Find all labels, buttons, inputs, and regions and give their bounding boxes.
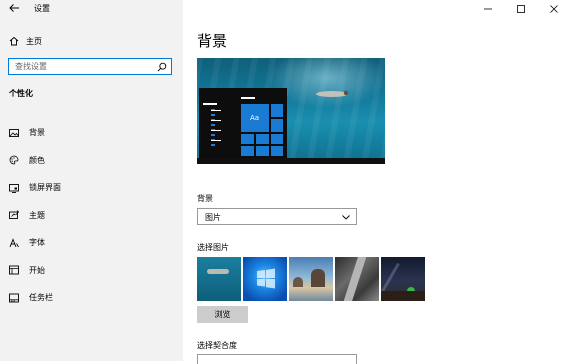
preview-tile-label: Aa xyxy=(250,114,260,122)
font-icon xyxy=(9,238,19,248)
background-select-value: 图片 xyxy=(205,213,221,222)
window-controls xyxy=(471,0,570,18)
fit-select[interactable] xyxy=(197,354,357,364)
palette-icon xyxy=(9,155,19,165)
nav-list: 背景 颜色 锁屏界面 主题 字体 开始 任务栏 xyxy=(0,119,183,312)
close-icon xyxy=(549,5,558,13)
app-title: 设置 xyxy=(34,4,50,13)
home-icon xyxy=(9,36,19,46)
sidebar: 设置 主页 个性化 背景 颜色 xyxy=(0,0,183,361)
sidebar-item-label: 背景 xyxy=(29,128,45,138)
picture-thumbnail[interactable] xyxy=(243,257,287,301)
background-select[interactable]: 图片 xyxy=(197,208,357,225)
sidebar-item-start[interactable]: 开始 xyxy=(0,257,183,285)
sidebar-item-label: 字体 xyxy=(29,238,45,248)
picture-thumbnails xyxy=(197,257,425,301)
picture-thumbnail[interactable] xyxy=(381,257,425,301)
sidebar-item-taskbar[interactable]: 任务栏 xyxy=(0,284,183,312)
back-arrow-icon[interactable] xyxy=(8,2,20,14)
image-icon xyxy=(9,128,19,138)
start-icon xyxy=(9,265,19,275)
page-title: 背景 xyxy=(197,32,228,50)
picture-thumbnail[interactable] xyxy=(289,257,333,301)
chevron-down-icon xyxy=(342,215,350,220)
start-menu-list xyxy=(203,103,223,158)
sidebar-item-colors[interactable]: 颜色 xyxy=(0,147,183,175)
title-bar: 设置 xyxy=(0,0,183,18)
search-icon[interactable] xyxy=(157,62,167,72)
preview-taskbar xyxy=(197,158,385,164)
section-title: 个性化 xyxy=(9,89,33,98)
lock-screen-icon xyxy=(9,183,19,193)
sidebar-item-themes[interactable]: 主题 xyxy=(0,202,183,230)
fit-label: 选择契合度 xyxy=(197,341,237,350)
background-label: 背景 xyxy=(197,194,213,203)
sidebar-item-label: 任务栏 xyxy=(29,293,53,303)
sidebar-item-label: 开始 xyxy=(29,265,45,275)
browse-button[interactable]: 浏览 xyxy=(197,306,248,323)
start-menu-mockup: Aa xyxy=(199,88,287,158)
maximize-button[interactable] xyxy=(504,0,537,18)
maximize-icon xyxy=(516,5,525,13)
sidebar-item-label: 主题 xyxy=(29,210,45,220)
sidebar-item-label: 锁屏界面 xyxy=(29,183,61,193)
theme-icon xyxy=(9,210,19,220)
sidebar-item-background[interactable]: 背景 xyxy=(0,119,183,147)
scrollbar[interactable] xyxy=(566,18,570,361)
main-content: 背景 Aa 背景 图片 选择图片 浏览 选择契合度 xyxy=(183,0,570,364)
close-button[interactable] xyxy=(537,0,570,18)
sidebar-item-label: 颜色 xyxy=(29,155,45,165)
sidebar-item-fonts[interactable]: 字体 xyxy=(0,229,183,257)
minimize-button[interactable] xyxy=(471,0,504,18)
search-box[interactable] xyxy=(8,58,172,75)
picture-thumbnail[interactable] xyxy=(197,257,241,301)
desktop-mockup: Aa xyxy=(197,88,385,164)
background-preview: Aa xyxy=(197,58,385,164)
picture-thumbnail[interactable] xyxy=(335,257,379,301)
sidebar-item-lock-screen[interactable]: 锁屏界面 xyxy=(0,174,183,202)
choose-picture-label: 选择图片 xyxy=(197,243,229,252)
start-tiles: Aa xyxy=(241,104,285,156)
taskbar-icon xyxy=(9,293,19,303)
search-input[interactable] xyxy=(15,59,155,74)
minimize-icon xyxy=(483,8,492,10)
nav-home[interactable]: 主页 xyxy=(9,34,169,48)
nav-home-label: 主页 xyxy=(26,36,42,46)
